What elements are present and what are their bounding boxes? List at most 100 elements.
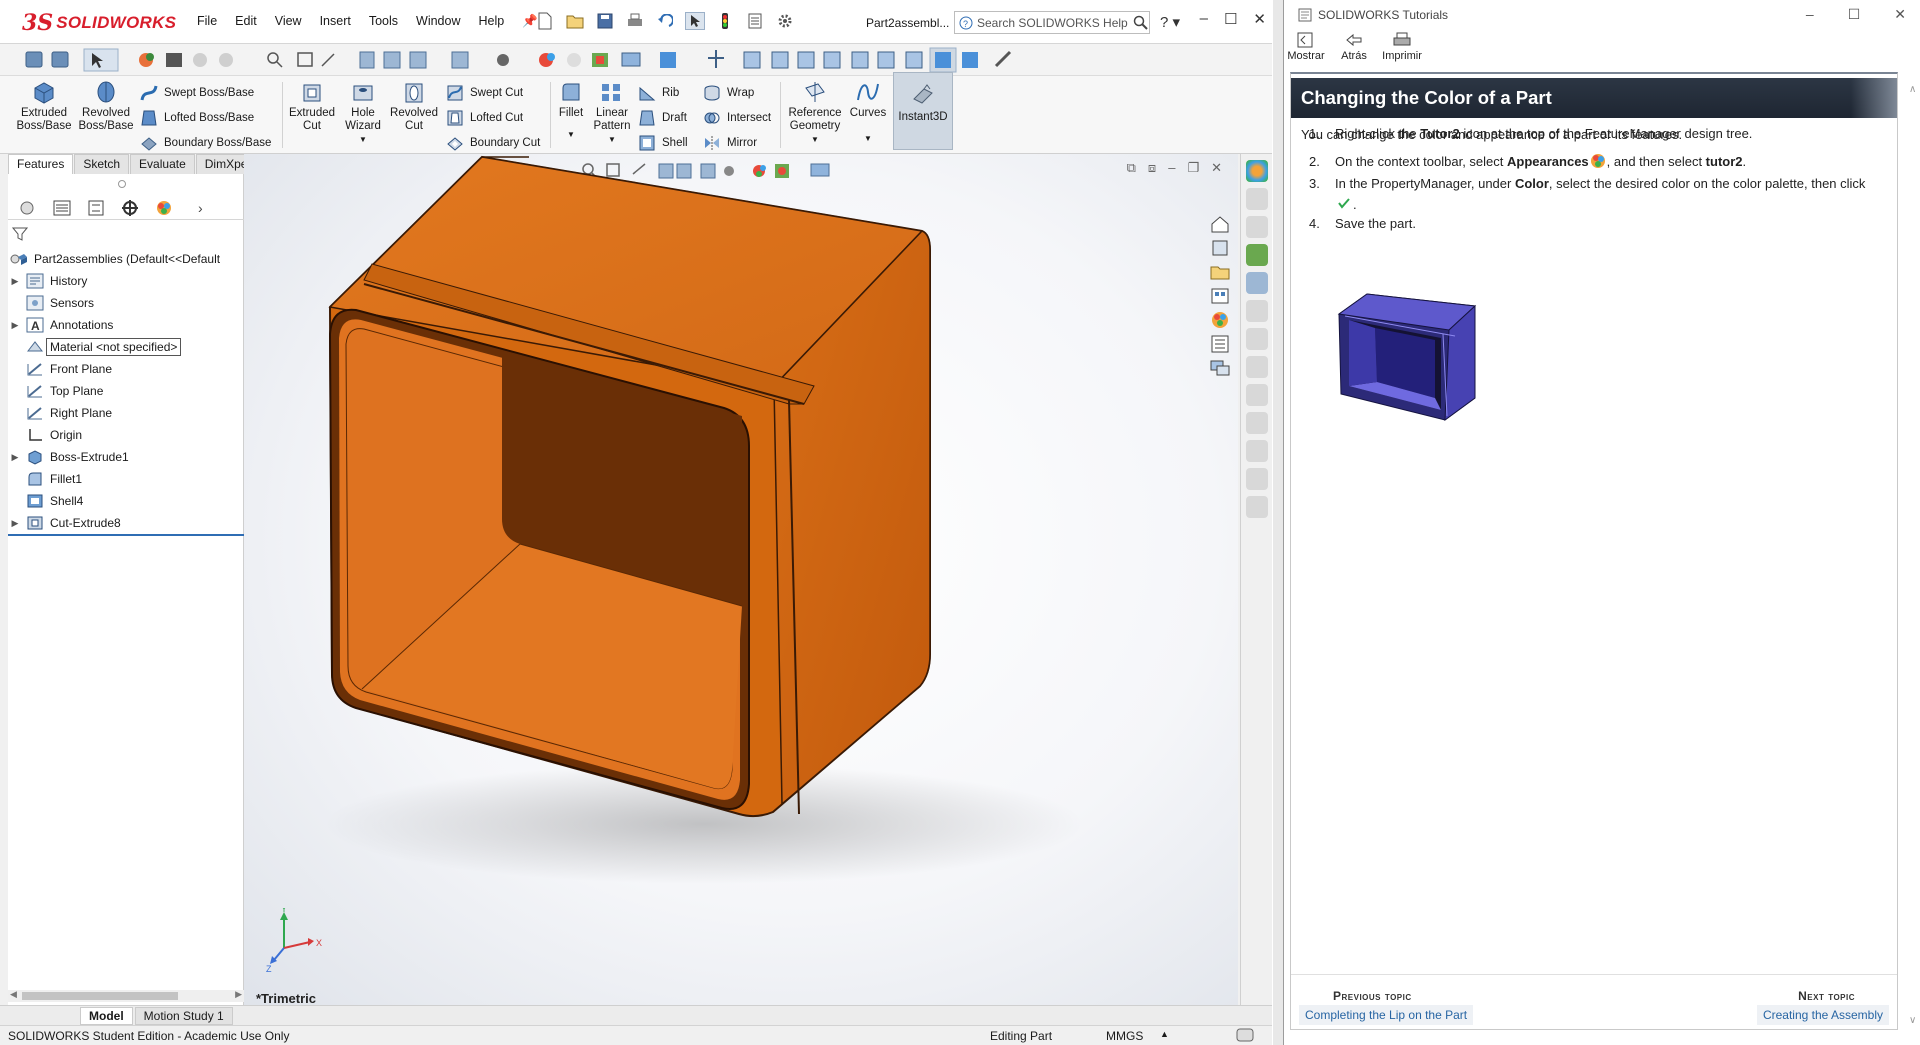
tree-item-top-plane[interactable]: Top Plane: [8, 380, 244, 402]
back-button[interactable]: Atrás: [1334, 32, 1374, 70]
forum-icon[interactable]: [1209, 358, 1231, 378]
standard-views-icon[interactable]: [1209, 238, 1231, 258]
tutorial-close-button[interactable]: ✕: [1894, 6, 1906, 23]
wrap-button[interactable]: Wrap: [703, 84, 754, 102]
tree-item-annotations[interactable]: ▶ A Annotations: [8, 314, 244, 336]
mirror-button[interactable]: Mirror: [703, 134, 757, 152]
save-icon[interactable]: [595, 12, 615, 30]
menu-edit[interactable]: Edit: [226, 14, 266, 29]
swept-boss-button[interactable]: Swept Boss/Base: [140, 84, 254, 102]
next-topic-link[interactable]: Creating the Assembly: [1756, 1005, 1889, 1025]
chevron-down-icon[interactable]: ▼: [567, 128, 575, 141]
menu-file[interactable]: File: [188, 14, 226, 29]
tree-item-history[interactable]: ▶ History: [8, 270, 244, 292]
tutorial-maximize-button[interactable]: ☐: [1848, 6, 1861, 23]
tree-item-material[interactable]: Material <not specified>: [8, 336, 244, 358]
expand-arrow-icon[interactable]: ▶: [8, 320, 22, 331]
task-pane-icon[interactable]: [1245, 496, 1268, 518]
print-button[interactable]: Imprimir: [1382, 32, 1422, 70]
print-icon[interactable]: [625, 12, 645, 30]
solidworks-logo[interactable]: 3S SOLIDWORKS: [22, 8, 176, 38]
display-manager-tab-icon[interactable]: [154, 199, 174, 217]
tab-motion-study-1[interactable]: Motion Study 1: [134, 1006, 233, 1025]
rebuild-icon[interactable]: [715, 12, 735, 30]
help-icon[interactable]: [1236, 1027, 1254, 1043]
home-view-icon[interactable]: [1209, 214, 1231, 234]
minimize-button[interactable]: –: [1200, 10, 1208, 28]
appearances-scenes-icon[interactable]: [1245, 272, 1268, 294]
instant3d-button[interactable]: Instant3D: [893, 72, 953, 150]
graphics-area[interactable]: ⧉ ⧈ – ❐ ✕ Y X Z *Trimetric: [244, 154, 1238, 1010]
scroll-right-arrow-icon[interactable]: ▶: [235, 989, 242, 1000]
boundary-cut-button[interactable]: Boundary Cut: [446, 134, 540, 152]
tutorial-scrollbar[interactable]: ∧ ∨: [1908, 72, 1920, 1030]
design-library-icon[interactable]: [1245, 188, 1268, 210]
property-manager-tab-icon[interactable]: [52, 199, 72, 217]
tab-model[interactable]: Model: [80, 1006, 133, 1025]
scroll-down-arrow-icon[interactable]: ∨: [1909, 1015, 1916, 1026]
chevron-down-icon[interactable]: ▼: [359, 133, 367, 146]
status-units[interactable]: MMGS: [1106, 1029, 1143, 1043]
chevron-up-icon[interactable]: ▲: [1160, 1029, 1169, 1039]
expand-arrow-icon[interactable]: ▶: [8, 452, 22, 463]
expand-arrow-icon[interactable]: ▶: [8, 276, 22, 287]
scrollbar-thumb[interactable]: [22, 992, 178, 1000]
task-pane-icon[interactable]: [1245, 412, 1268, 434]
view-palette-icon[interactable]: [1209, 286, 1231, 306]
scroll-left-arrow-icon[interactable]: ◀: [10, 989, 17, 1000]
new-document-icon[interactable]: [535, 12, 555, 30]
chevron-down-icon[interactable]: ▼: [811, 133, 819, 146]
options-gear-icon[interactable]: [775, 12, 795, 30]
file-explorer-icon[interactable]: [1245, 216, 1268, 238]
solidworks-forum-icon[interactable]: [1245, 328, 1268, 350]
menu-window[interactable]: Window: [407, 14, 469, 29]
horizontal-scrollbar[interactable]: ◀ ▶: [8, 989, 244, 1002]
tree-item-fillet1[interactable]: Fillet1: [8, 468, 244, 490]
menu-view[interactable]: View: [266, 14, 311, 29]
select-arrow-icon[interactable]: [685, 12, 705, 30]
show-button[interactable]: Mostrar: [1286, 32, 1326, 70]
rib-button[interactable]: Rib: [638, 84, 679, 102]
previous-topic-link[interactable]: Completing the Lip on the Part: [1299, 1005, 1474, 1025]
help-question-icon[interactable]: ? ▾: [1160, 13, 1180, 31]
revolved-boss-button[interactable]: Revolved Boss/Base: [76, 80, 136, 133]
open-folder-icon[interactable]: [565, 12, 585, 30]
maximize-button[interactable]: ☐: [1224, 10, 1237, 28]
tree-item-cut-extrude8[interactable]: ▶ Cut-Extrude8: [8, 512, 244, 534]
close-button[interactable]: ✕: [1253, 10, 1266, 28]
extruded-boss-button[interactable]: Extruded Boss/Base: [14, 80, 74, 133]
standard-toolbar-icons[interactable]: [0, 44, 1272, 76]
linear-pattern-button[interactable]: Linear Pattern ▼: [584, 80, 640, 146]
custom-properties-icon[interactable]: [1209, 334, 1231, 354]
undo-icon[interactable]: [655, 12, 675, 30]
scroll-up-arrow-icon[interactable]: ∧: [1909, 84, 1916, 95]
lofted-boss-button[interactable]: Lofted Boss/Base: [140, 109, 254, 127]
tree-item-front-plane[interactable]: Front Plane: [8, 358, 244, 380]
tree-root-part[interactable]: Part2assemblies (Default<<Default: [8, 248, 244, 270]
chevron-down-icon[interactable]: ▼: [608, 133, 616, 146]
menu-tools[interactable]: Tools: [360, 14, 407, 29]
appearances-icon[interactable]: [1209, 310, 1231, 330]
dimxpert-manager-tab-icon[interactable]: [120, 199, 140, 217]
shell-button[interactable]: Shell: [638, 134, 688, 152]
tree-item-origin[interactable]: Origin: [8, 424, 244, 446]
task-pane-icon[interactable]: [1245, 440, 1268, 462]
feature-manager-tab-icon[interactable]: [18, 199, 38, 217]
custom-properties-icon[interactable]: [1245, 300, 1268, 322]
tab-features[interactable]: Features: [8, 154, 74, 174]
task-pane-icon[interactable]: [1245, 356, 1268, 378]
filter-icon[interactable]: [12, 226, 28, 242]
search-icon[interactable]: [1133, 15, 1149, 31]
curves-button[interactable]: Curves ▼: [838, 80, 898, 145]
tab-evaluate[interactable]: Evaluate: [130, 154, 195, 174]
task-pane-icon[interactable]: [1245, 468, 1268, 490]
boundary-boss-button[interactable]: Boundary Boss/Base: [140, 134, 271, 152]
tree-item-shell4[interactable]: Shell4: [8, 490, 244, 512]
lofted-cut-button[interactable]: Lofted Cut: [446, 109, 523, 127]
configuration-manager-tab-icon[interactable]: [86, 199, 106, 217]
part-3d-model[interactable]: [244, 154, 1238, 1010]
swept-cut-button[interactable]: Swept Cut: [446, 84, 523, 102]
tree-item-sensors[interactable]: Sensors: [8, 292, 244, 314]
tree-item-right-plane[interactable]: Right Plane: [8, 402, 244, 424]
view-palette-icon[interactable]: [1245, 244, 1268, 266]
